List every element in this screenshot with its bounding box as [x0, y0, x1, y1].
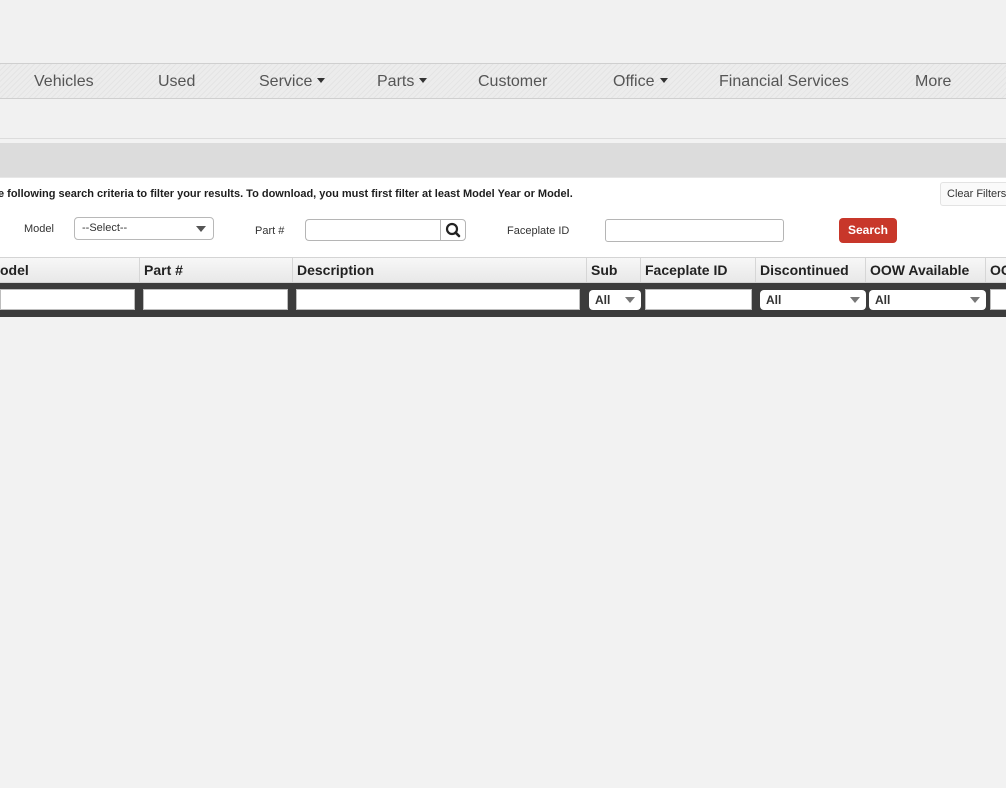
part-number-filter-input[interactable] — [143, 289, 288, 310]
clear-filters-button[interactable]: Clear Filters — [940, 182, 1006, 206]
top-header — [0, 0, 1006, 63]
oow-available-filter-select[interactable]: All — [869, 290, 986, 310]
col-model[interactable]: odel — [0, 258, 140, 282]
oc-filter-input[interactable] — [990, 289, 1006, 310]
discontinued-filter-value: All — [766, 293, 782, 307]
part-search-button[interactable] — [440, 219, 466, 241]
filter-instructions: e following search criteria to filter yo… — [0, 188, 573, 200]
col-oow-available[interactable]: OOW Available — [866, 258, 986, 282]
description-filter-input[interactable] — [296, 289, 580, 310]
nav-label: Used — [158, 73, 196, 90]
col-sub[interactable]: Sub — [587, 258, 641, 282]
col-oc[interactable]: OC — [986, 258, 1006, 282]
model-filter-input[interactable] — [0, 289, 135, 310]
model-label: Model — [24, 223, 54, 235]
nav-label: More — [915, 73, 952, 90]
nav-more[interactable]: More — [915, 64, 951, 98]
nav-customer[interactable]: Customer — [478, 64, 547, 98]
nav-label: Office — [613, 73, 655, 90]
faceplate-filter-input[interactable] — [645, 289, 752, 310]
chevron-down-icon — [850, 297, 860, 303]
discontinued-filter-select[interactable]: All — [760, 290, 866, 310]
part-number-input[interactable] — [305, 219, 440, 241]
nav-label: Service — [259, 73, 313, 90]
faceplate-label: Faceplate ID — [507, 225, 570, 237]
sub-filter-select[interactable]: All — [589, 290, 641, 310]
col-part-number[interactable]: Part # — [140, 258, 293, 282]
nav-label: Vehicles — [34, 73, 94, 90]
nav-label: Parts — [377, 73, 415, 90]
chevron-down-icon — [970, 297, 980, 303]
caret-down-icon — [419, 78, 428, 84]
nav-parts[interactable]: Parts — [377, 64, 428, 98]
nav-financial-services[interactable]: Financial Services — [719, 64, 849, 98]
faceplate-input[interactable] — [605, 219, 784, 242]
search-button[interactable]: Search — [839, 218, 897, 243]
part-number-label: Part # — [255, 225, 285, 237]
model-select-value: --Select-- — [82, 222, 128, 234]
model-select[interactable]: --Select-- — [74, 217, 214, 240]
col-discontinued[interactable]: Discontinued — [756, 258, 866, 282]
column-filter-row: All All All — [0, 283, 1006, 317]
sub-header — [0, 99, 1006, 139]
col-faceplate-id[interactable]: Faceplate ID — [641, 258, 756, 282]
main-nav: Vehicles Used Service Parts Customer Off… — [0, 63, 1006, 99]
oow-available-filter-value: All — [875, 293, 891, 307]
table-header: odel Part # Description Sub Faceplate ID… — [0, 257, 1006, 283]
col-description[interactable]: Description — [293, 258, 587, 282]
nav-office[interactable]: Office — [613, 64, 668, 98]
nav-service[interactable]: Service — [259, 64, 326, 98]
sub-filter-value: All — [595, 293, 611, 307]
chevron-down-icon — [196, 226, 206, 232]
chevron-down-icon — [625, 297, 635, 303]
caret-down-icon — [317, 78, 326, 84]
nav-label: Financial Services — [719, 73, 849, 90]
section-bar — [0, 143, 1006, 178]
nav-vehicles[interactable]: Vehicles — [34, 64, 94, 98]
nav-label: Customer — [478, 73, 548, 90]
caret-down-icon — [659, 78, 668, 84]
nav-used[interactable]: Used — [158, 64, 195, 98]
search-icon — [445, 222, 461, 238]
